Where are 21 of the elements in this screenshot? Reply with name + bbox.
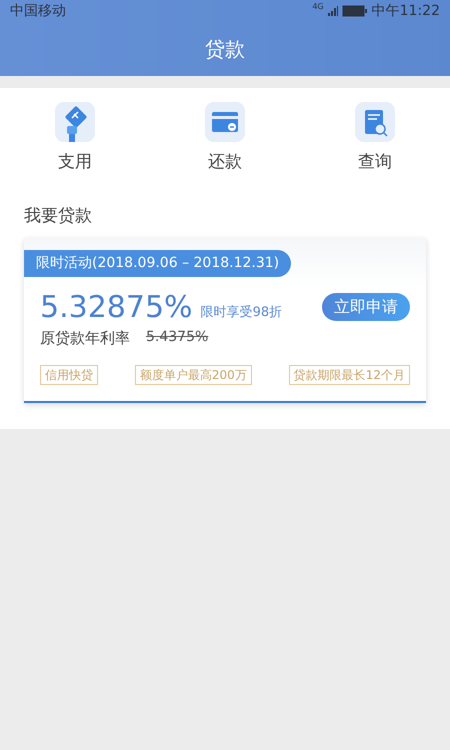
- original-rate: 5.4375%: [146, 328, 208, 348]
- feature-tag: 额度单户最高200万: [134, 365, 252, 385]
- discount-note: 限时享受98折: [200, 304, 282, 322]
- feature-tag: 信用快贷: [40, 365, 98, 385]
- promo-banner: 限时活动(2018.09.06 – 2018.12.31): [24, 250, 292, 276]
- battery-icon: [342, 5, 368, 17]
- hand-card-icon: [55, 102, 95, 142]
- card-icon: [205, 102, 245, 142]
- signal-icon: [328, 6, 338, 16]
- original-rate-label: 原贷款年利率: [40, 328, 130, 348]
- clock-time: 中午11:22: [372, 2, 440, 20]
- quick-menu-item[interactable]: 查询: [355, 102, 395, 176]
- quick-menu-item[interactable]: 支用: [55, 102, 95, 176]
- quick-menu-item[interactable]: 还款: [205, 102, 245, 176]
- network-type: 4G: [312, 0, 324, 12]
- interest-rate: 5.32875%: [40, 292, 193, 322]
- page-title: 贷款: [205, 36, 245, 63]
- feature-tag: 贷款期限最长12个月: [288, 365, 410, 385]
- section-title: 我要贷款: [24, 205, 93, 228]
- carrier-name: 中国移动: [10, 2, 66, 20]
- document-search-icon: [355, 102, 395, 142]
